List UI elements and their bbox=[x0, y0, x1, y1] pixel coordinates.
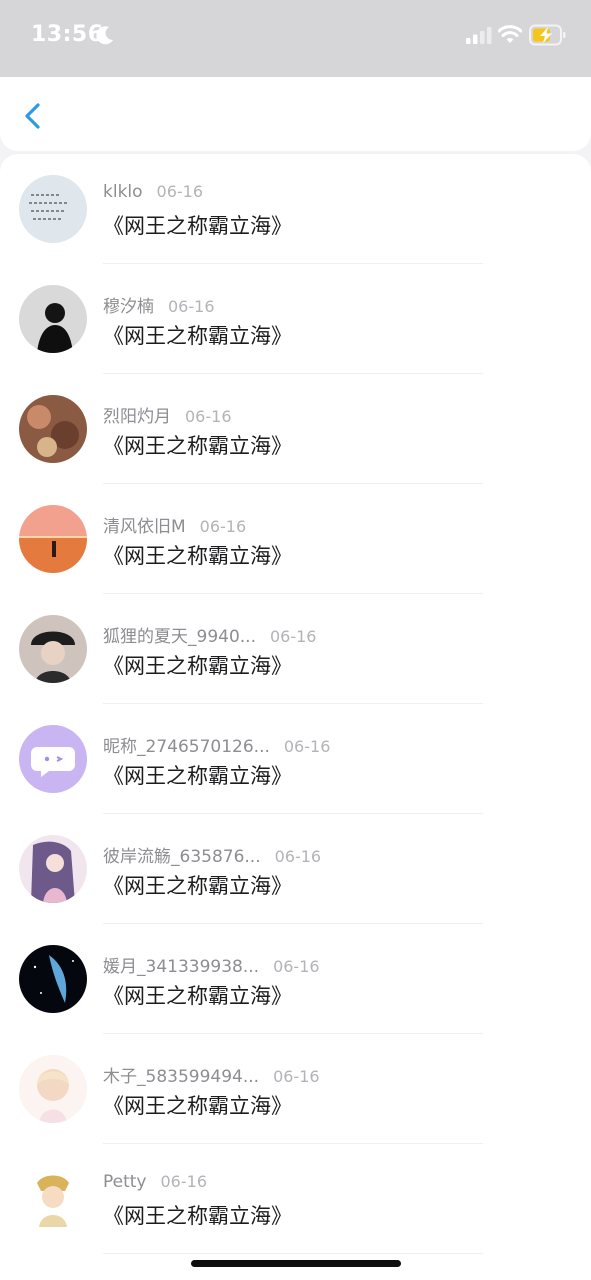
status-time: 13:56 bbox=[31, 22, 104, 47]
message-text: 《网王之称霸立海》 bbox=[103, 764, 292, 788]
user-name: 媛月_341339938... bbox=[103, 957, 260, 977]
date: 06-16 bbox=[273, 957, 320, 976]
avatar bbox=[19, 395, 87, 463]
list-item[interactable]: 昵称_2746570126... 06-16 《网王之称霸立海》 bbox=[0, 704, 591, 814]
message-text: 《网王之称霸立海》 bbox=[103, 434, 292, 458]
date: 06-16 bbox=[199, 517, 247, 536]
avatar bbox=[19, 725, 87, 793]
avatar bbox=[19, 615, 87, 683]
message-text: 《网王之称霸立海》 bbox=[103, 1094, 292, 1118]
user-list: klklo 06-16 《网王之称霸立海》 穆汐楠 06-16 《网王之称霸立海》 bbox=[0, 154, 591, 1280]
avatar bbox=[19, 945, 87, 1013]
list-item[interactable]: Petty 06-16 《网王之称霸立海》 bbox=[0, 1144, 591, 1254]
message-text: 《网王之称霸立海》 bbox=[103, 1204, 292, 1228]
date: 06-16 bbox=[283, 737, 331, 756]
item-meta: 彼岸流觞_635876... 06-16 bbox=[103, 842, 322, 867]
message-text: 《网王之称霸立海》 bbox=[103, 544, 292, 568]
date: 06-16 bbox=[269, 627, 317, 646]
user-name: 狐狸的夏天_9940... bbox=[103, 627, 256, 647]
list-item[interactable]: 媛月_341339938... 06-16 《网王之称霸立海》 bbox=[0, 924, 591, 1034]
avatar bbox=[19, 835, 87, 903]
avatar bbox=[19, 1165, 87, 1233]
person-photo-avatar-image bbox=[19, 285, 87, 353]
anime-girl-avatar-image bbox=[19, 835, 87, 903]
item-meta: 木子_583599494... 06-16 bbox=[103, 1062, 320, 1087]
home-indicator[interactable] bbox=[191, 1260, 401, 1267]
navigation-bar bbox=[0, 77, 591, 151]
painting-avatar-image bbox=[19, 395, 87, 463]
list-item[interactable]: 狐狸的夏天_9940... 06-16 《网王之称霸立海》 bbox=[0, 594, 591, 704]
item-meta: 狐狸的夏天_9940... 06-16 bbox=[103, 622, 317, 647]
cartoon-character-avatar-image bbox=[19, 1165, 87, 1233]
date: 06-16 bbox=[185, 407, 232, 426]
status-bar: 13:56 bbox=[0, 0, 591, 77]
list-item[interactable]: 彼岸流觞_635876... 06-16 《网王之称霸立海》 bbox=[0, 814, 591, 924]
cellular-signal-icon bbox=[466, 27, 492, 44]
avatar bbox=[19, 1055, 87, 1123]
item-meta: klklo 06-16 bbox=[103, 182, 203, 206]
item-meta: 穆汐楠 06-16 bbox=[103, 292, 215, 317]
avatar bbox=[19, 285, 87, 353]
avatar bbox=[19, 175, 87, 243]
user-name: 清风依旧M bbox=[103, 517, 186, 537]
night-sky-avatar-image bbox=[19, 945, 87, 1013]
list-item[interactable]: klklo 06-16 《网王之称霸立海》 bbox=[0, 154, 591, 264]
chibi-girl-avatar-image bbox=[19, 1055, 87, 1123]
message-text: 《网王之称霸立海》 bbox=[103, 214, 292, 238]
item-meta: 清风依旧M 06-16 bbox=[103, 512, 247, 537]
user-name: 穆汐楠 bbox=[103, 297, 154, 317]
handwriting-note-avatar-image bbox=[19, 175, 87, 243]
list-item[interactable]: 清风依旧M 06-16 《网王之称霸立海》 bbox=[0, 484, 591, 594]
list-item[interactable]: 木子_583599494... 06-16 《网王之称霸立海》 bbox=[0, 1034, 591, 1144]
user-name: 昵称_2746570126... bbox=[103, 737, 270, 757]
date: 06-16 bbox=[160, 1172, 208, 1191]
user-name: Petty bbox=[103, 1172, 147, 1192]
date: 06-16 bbox=[273, 1067, 320, 1086]
item-meta: 昵称_2746570126... 06-16 bbox=[103, 732, 331, 757]
user-name: 烈阳灼月 bbox=[103, 407, 171, 427]
user-name: 木子_583599494... bbox=[103, 1067, 260, 1087]
item-meta: Petty 06-16 bbox=[103, 1172, 207, 1196]
divider bbox=[103, 1253, 483, 1254]
user-name: klklo bbox=[103, 182, 143, 202]
date: 06-16 bbox=[274, 847, 322, 866]
message-text: 《网王之称霸立海》 bbox=[103, 324, 292, 348]
item-meta: 烈阳灼月 06-16 bbox=[103, 402, 232, 427]
battery-charging-icon bbox=[529, 24, 566, 46]
message-text: 《网王之称霸立海》 bbox=[103, 654, 292, 678]
wifi-icon bbox=[498, 25, 522, 43]
moon-icon bbox=[96, 26, 113, 45]
sunset-avatar-image bbox=[19, 505, 87, 573]
user-name: 彼岸流觞_635876... bbox=[103, 847, 261, 867]
message-text: 《网王之称霸立海》 bbox=[103, 984, 292, 1008]
date: 06-16 bbox=[168, 297, 215, 316]
item-meta: 媛月_341339938... 06-16 bbox=[103, 952, 320, 977]
message-text: 《网王之称霸立海》 bbox=[103, 874, 292, 898]
chat-bubble-avatar-image bbox=[19, 725, 87, 793]
person-hat-avatar-image bbox=[19, 615, 87, 683]
list-item[interactable]: 烈阳灼月 06-16 《网王之称霸立海》 bbox=[0, 374, 591, 484]
avatar bbox=[19, 505, 87, 573]
list-item[interactable]: 穆汐楠 06-16 《网王之称霸立海》 bbox=[0, 264, 591, 374]
date: 06-16 bbox=[156, 182, 204, 201]
back-button[interactable] bbox=[16, 99, 50, 133]
